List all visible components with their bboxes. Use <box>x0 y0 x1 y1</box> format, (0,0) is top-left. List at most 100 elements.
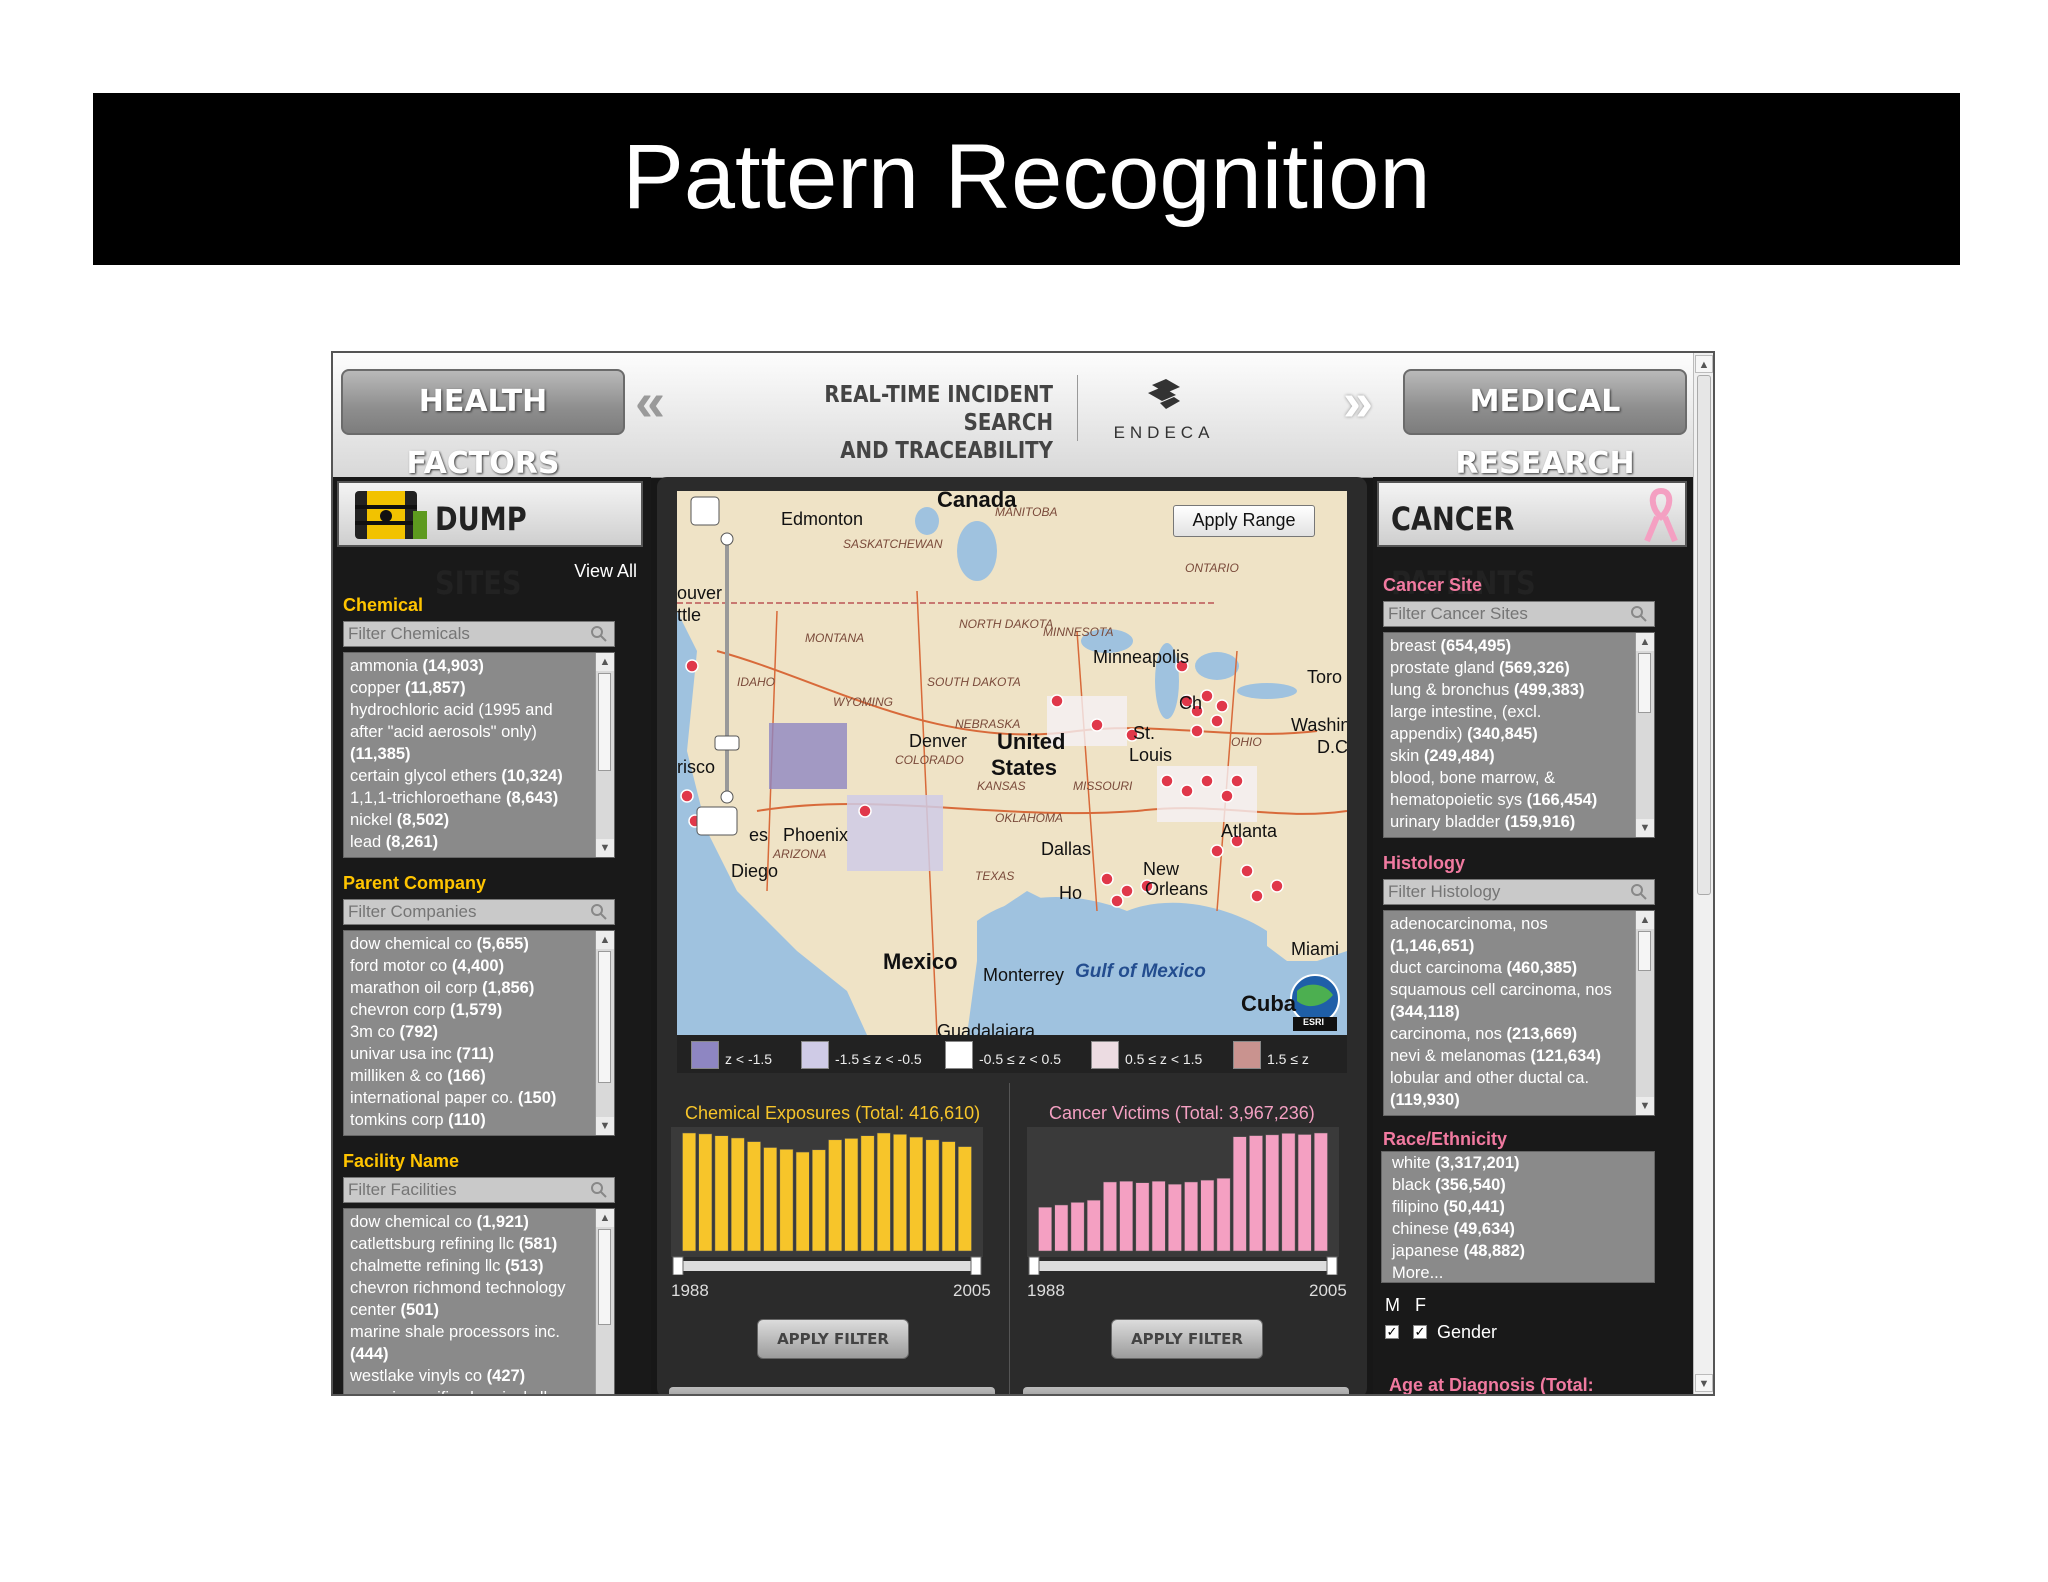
chart-bar[interactable] <box>698 1133 713 1252</box>
chart-bar[interactable] <box>1265 1134 1280 1252</box>
health-factors-button[interactable]: HEALTH FACTORS <box>341 369 625 481</box>
list-item[interactable]: 1,1,1-trichloroethane (8,643) <box>350 787 592 809</box>
chemical-filter[interactable] <box>343 621 615 647</box>
scroll-up-icon[interactable]: ▲ <box>596 1209 614 1227</box>
page-scrollbar[interactable]: ▲ ▼ <box>1693 353 1713 1394</box>
list-item[interactable]: filipino (50,441) <box>1382 1196 1654 1218</box>
list-item[interactable]: breast (654,495) <box>1390 635 1632 657</box>
list-item[interactable]: (11,385) <box>350 743 592 765</box>
list-item[interactable]: lobular and other ductal ca. <box>1390 1067 1632 1089</box>
list-item[interactable]: black (356,540) <box>1382 1174 1654 1196</box>
chevron-left-icon[interactable]: « <box>635 375 665 429</box>
list-item[interactable]: copper (11,857) <box>350 677 592 699</box>
chemical-filter-input[interactable] <box>348 623 588 645</box>
company-scrollbar[interactable]: ▲ ▼ <box>595 931 614 1135</box>
list-item[interactable]: chevron corp (1,579) <box>350 999 592 1021</box>
cancer-results-tab[interactable] <box>1023 1387 1349 1394</box>
list-item[interactable]: ammonia (14,903) <box>350 655 592 677</box>
list-item[interactable]: (344,118) <box>1390 1001 1632 1023</box>
list-item[interactable]: westlake vinyls co (427) <box>350 1365 592 1387</box>
scroll-up-icon[interactable]: ▲ <box>596 653 614 671</box>
chart-bar[interactable] <box>795 1151 810 1252</box>
chart-bar[interactable] <box>1151 1180 1166 1252</box>
gender-m-checkbox[interactable]: ✓ <box>1385 1325 1399 1339</box>
list-item[interactable]: adenocarcinoma, nos <box>1390 913 1632 935</box>
chemical-exposures-chart[interactable] <box>671 1127 983 1275</box>
scroll-thumb[interactable] <box>1638 653 1651 713</box>
chart-bar[interactable] <box>1103 1181 1117 1252</box>
list-item[interactable]: nevi & melanomas (121,634) <box>1390 1045 1632 1067</box>
list-item[interactable]: certain glycol ethers (10,324) <box>350 765 592 787</box>
company-filter-input[interactable] <box>348 901 588 923</box>
cancer-victims-chart[interactable] <box>1027 1127 1339 1275</box>
list-item[interactable]: marathon oil corp (1,856) <box>350 977 592 999</box>
chart-bar[interactable] <box>941 1141 956 1252</box>
cancer-site-scrollbar[interactable]: ▲ ▼ <box>1635 633 1654 837</box>
list-item[interactable]: hydrochloric acid (1995 and <box>350 699 592 721</box>
search-icon[interactable] <box>1630 883 1648 901</box>
list-item[interactable]: catlettsburg refining llc (581) <box>350 1233 592 1255</box>
gender-f-checkbox[interactable]: ✓ <box>1413 1325 1427 1339</box>
chart-bar[interactable] <box>730 1137 745 1252</box>
cancer-site-filter[interactable] <box>1383 601 1655 627</box>
list-item[interactable]: tomkins corp (110) <box>350 1109 592 1131</box>
chart-bar[interactable] <box>844 1138 859 1252</box>
list-item[interactable]: international paper co. (150) <box>350 1087 592 1109</box>
list-item[interactable]: (119,930) <box>1390 1089 1632 1111</box>
chart-bar[interactable] <box>1249 1135 1263 1252</box>
chart-bar[interactable] <box>812 1149 826 1252</box>
chart-bar[interactable] <box>876 1132 891 1252</box>
list-item[interactable]: 3m co (792) <box>350 1021 592 1043</box>
chart-bar[interactable] <box>1038 1206 1052 1252</box>
scroll-down-icon[interactable]: ▼ <box>596 839 614 857</box>
chemical-results-tab[interactable] <box>669 1387 995 1394</box>
chart-bar[interactable] <box>1281 1133 1296 1252</box>
chart-bar[interactable] <box>1200 1179 1215 1252</box>
chart-bar[interactable] <box>1086 1199 1101 1252</box>
list-item[interactable]: squamous cell carcinoma, nos <box>1390 979 1632 1001</box>
list-item[interactable]: duct carcinoma (460,385) <box>1390 957 1632 979</box>
scroll-up-icon[interactable]: ▲ <box>1636 633 1654 651</box>
scroll-thumb[interactable] <box>598 951 611 1083</box>
list-item[interactable]: lung & bronchus (499,383) <box>1390 679 1632 701</box>
chart-bar[interactable] <box>747 1141 761 1252</box>
chart-bar[interactable] <box>763 1147 778 1252</box>
chart-bar[interactable] <box>958 1146 972 1252</box>
chemical-apply-filter-button[interactable]: APPLY FILTER <box>757 1319 909 1359</box>
list-item[interactable]: chalmette refining llc (513) <box>350 1255 592 1277</box>
chart-bar[interactable] <box>1314 1132 1328 1252</box>
medical-research-button[interactable]: MEDICAL RESEARCH <box>1403 369 1687 481</box>
scroll-up-icon[interactable]: ▲ <box>596 931 614 949</box>
list-item[interactable]: univar usa inc (711) <box>350 1043 592 1065</box>
list-item[interactable]: chinese (49,634) <box>1382 1218 1654 1240</box>
list-item[interactable]: japanese (48,882) <box>1382 1240 1654 1262</box>
scroll-thumb[interactable] <box>1697 375 1711 895</box>
chart-bar[interactable] <box>1135 1182 1150 1252</box>
chevron-right-icon[interactable]: » <box>1343 375 1373 429</box>
list-item[interactable]: after "acid aerosols" only) <box>350 721 592 743</box>
histology-scrollbar[interactable]: ▲ ▼ <box>1635 911 1654 1115</box>
list-item[interactable]: milliken & co (166) <box>350 1065 592 1087</box>
scroll-down-icon[interactable]: ▼ <box>1636 819 1654 837</box>
histology-filter[interactable] <box>1383 879 1655 905</box>
facility-scrollbar[interactable]: ▲ <box>595 1209 614 1394</box>
list-item[interactable]: (444) <box>350 1343 592 1365</box>
list-item[interactable]: center (501) <box>350 1299 592 1321</box>
chart-bar[interactable] <box>1070 1202 1085 1252</box>
list-item[interactable]: chevron richmond technology <box>350 1277 592 1299</box>
scroll-thumb[interactable] <box>1638 931 1651 971</box>
chart-bar[interactable] <box>682 1132 696 1252</box>
chart-bar[interactable] <box>1297 1134 1312 1252</box>
list-item[interactable]: georgia-pacific chemicals llc <box>350 1387 592 1394</box>
cancer-site-filter-input[interactable] <box>1388 603 1628 625</box>
list-item[interactable]: large intestine, (excl. <box>1390 701 1632 723</box>
scroll-up-icon[interactable]: ▲ <box>1636 911 1654 929</box>
list-item[interactable]: prostate gland (569,326) <box>1390 657 1632 679</box>
company-filter[interactable] <box>343 899 615 925</box>
list-item[interactable]: dow chemical co (1,921) <box>350 1211 592 1233</box>
range-slider-start-handle[interactable] <box>672 1256 684 1275</box>
chart-bar[interactable] <box>1232 1136 1247 1252</box>
chart-bar[interactable] <box>909 1136 924 1252</box>
list-item[interactable]: More... <box>1382 1262 1654 1284</box>
list-item[interactable]: urinary bladder (159,916) <box>1390 811 1632 833</box>
